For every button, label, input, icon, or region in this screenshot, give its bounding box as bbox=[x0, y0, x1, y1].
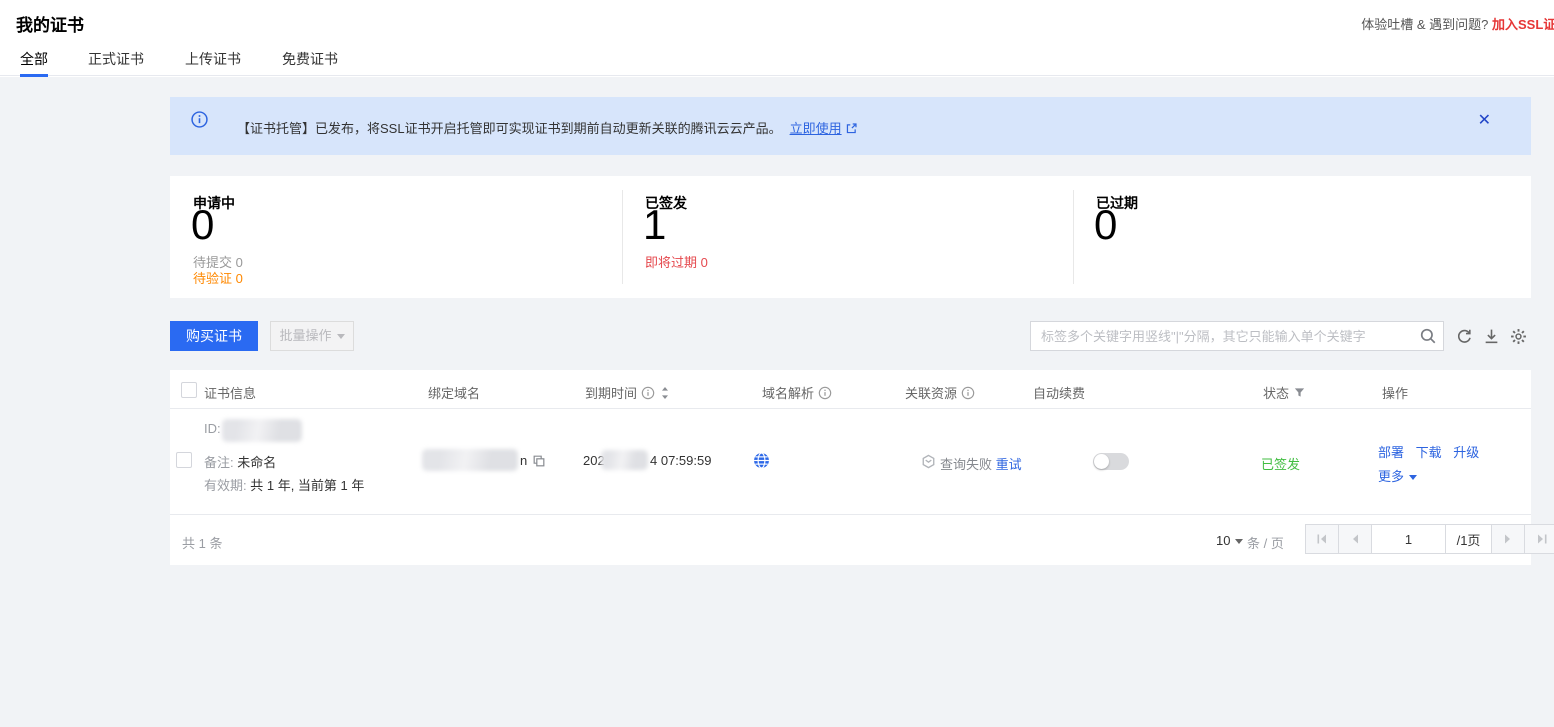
info-icon[interactable] bbox=[961, 386, 975, 400]
domain-tail: n bbox=[520, 453, 527, 468]
status-badge: 已签发 bbox=[1261, 454, 1300, 473]
page-total-label: /1页 bbox=[1446, 525, 1492, 553]
tab-free-cert[interactable]: 免费证书 bbox=[282, 49, 338, 75]
page-size-select[interactable]: 10 bbox=[1216, 533, 1243, 548]
expire-redacted bbox=[601, 450, 648, 470]
table-footer: 共 1 条 10 条 / 页 1 /1页 bbox=[170, 515, 1531, 565]
cert-validity: 有效期: 共 1 年, 当前第 1 年 bbox=[204, 475, 364, 494]
stat-pending: 申请中 0 待提交 0 待验证 0 bbox=[193, 176, 613, 298]
tab-bar: 全部 正式证书 上传证书 免费证书 bbox=[0, 46, 1554, 76]
search-input[interactable] bbox=[1031, 322, 1411, 350]
stat-value: 1 bbox=[643, 202, 666, 248]
auto-renew-toggle[interactable] bbox=[1093, 453, 1129, 470]
row-actions: 部署 下载 升级 bbox=[1378, 442, 1479, 461]
info-icon[interactable] bbox=[818, 386, 832, 400]
stat-sub-expiring[interactable]: 即将过期 0 bbox=[645, 252, 708, 271]
buy-cert-button[interactable]: 购买证书 bbox=[170, 321, 258, 351]
refresh-icon[interactable] bbox=[1456, 328, 1473, 345]
info-icon[interactable] bbox=[641, 386, 655, 400]
cert-note: 备注: 未命名 bbox=[204, 452, 276, 471]
settings-gear-icon[interactable] bbox=[1510, 328, 1527, 345]
sort-icon[interactable] bbox=[659, 386, 671, 400]
join-ssl-link[interactable]: 加入SSL证书交流群 bbox=[1492, 14, 1554, 33]
banner-message: 【证书托管】已发布，将SSL证书开启托管即可实现证书到期前自动更新关联的腾讯云云… bbox=[237, 118, 858, 138]
table-header: 证书信息 绑定域名 到期时间 域名解析 关联资源 自动续费 状态 操作 bbox=[170, 370, 1531, 409]
col-dns: 域名解析 bbox=[762, 383, 832, 402]
pagination: 1 /1页 bbox=[1305, 524, 1554, 554]
batch-action-button[interactable]: 批量操作 bbox=[270, 321, 354, 351]
retry-link[interactable]: 重试 bbox=[996, 457, 1022, 472]
expire-tail: 4 07:59:59 bbox=[650, 453, 711, 468]
resource-icon bbox=[921, 454, 936, 472]
more-menu[interactable]: 更多 bbox=[1378, 466, 1417, 485]
col-domain: 绑定域名 bbox=[428, 383, 480, 402]
col-cert-info: 证书信息 bbox=[204, 383, 256, 402]
stat-value: 0 bbox=[1094, 202, 1117, 248]
dns-globe-icon[interactable] bbox=[753, 452, 770, 472]
first-page-button[interactable] bbox=[1306, 525, 1339, 553]
domain-redacted bbox=[422, 449, 518, 471]
divider bbox=[622, 190, 623, 284]
stat-expired: 已过期 0 bbox=[1096, 176, 1496, 298]
chevron-down-icon bbox=[337, 334, 345, 339]
info-icon bbox=[191, 111, 208, 128]
per-page-label: 条 / 页 bbox=[1247, 533, 1284, 552]
col-resource: 关联资源 bbox=[905, 383, 975, 402]
deploy-link[interactable]: 部署 bbox=[1378, 445, 1404, 460]
stat-sub-toverify[interactable]: 待验证 0 bbox=[193, 268, 243, 287]
external-link-icon bbox=[845, 122, 858, 138]
notice-banner: 【证书托管】已发布，将SSL证书开启托管即可实现证书到期前自动更新关联的腾讯云云… bbox=[170, 97, 1531, 155]
last-page-button[interactable] bbox=[1525, 525, 1554, 553]
chevron-down-icon bbox=[1235, 539, 1243, 544]
toggle-knob bbox=[1094, 454, 1109, 469]
page-number-input[interactable]: 1 bbox=[1372, 525, 1446, 553]
col-expire: 到期时间 bbox=[585, 383, 671, 402]
stats-card: 申请中 0 待提交 0 待验证 0 已签发 1 即将过期 0 已过期 0 bbox=[170, 176, 1531, 298]
download-icon[interactable] bbox=[1483, 328, 1500, 345]
col-action: 操作 bbox=[1382, 383, 1408, 402]
stat-issued: 已签发 1 即将过期 0 bbox=[645, 176, 1045, 298]
resource-status: 查询失败 重试 bbox=[940, 454, 1022, 473]
chevron-down-icon bbox=[1409, 475, 1417, 480]
next-page-button[interactable] bbox=[1492, 525, 1525, 553]
tab-all[interactable]: 全部 bbox=[20, 49, 48, 75]
search-box bbox=[1030, 321, 1444, 351]
certificates-table: 证书信息 绑定域名 到期时间 域名解析 关联资源 自动续费 状态 操作 ID: … bbox=[170, 370, 1531, 565]
filter-funnel-icon[interactable] bbox=[1293, 386, 1306, 399]
download-link[interactable]: 下载 bbox=[1416, 445, 1442, 460]
total-count: 共 1 条 bbox=[182, 533, 222, 552]
feedback-bar: 体验吐槽 & 遇到问题? 加入SSL证书交流群 bbox=[1361, 14, 1554, 33]
feedback-text: 体验吐槽 & 遇到问题? bbox=[1361, 17, 1488, 32]
prev-page-button[interactable] bbox=[1339, 525, 1372, 553]
cert-id: ID: bbox=[204, 421, 221, 436]
col-auto-renew: 自动续费 bbox=[1033, 383, 1085, 402]
divider bbox=[1073, 190, 1074, 284]
tab-upload-cert[interactable]: 上传证书 bbox=[185, 49, 241, 75]
tab-formal-cert[interactable]: 正式证书 bbox=[88, 49, 144, 75]
upgrade-link[interactable]: 升级 bbox=[1453, 445, 1479, 460]
page-header: 我的证书 体验吐槽 & 遇到问题? 加入SSL证书交流群 bbox=[0, 0, 1554, 46]
use-now-link[interactable]: 立即使用 bbox=[790, 121, 842, 136]
cert-id-redacted bbox=[222, 419, 302, 442]
search-icon[interactable] bbox=[1419, 327, 1437, 345]
copy-icon[interactable] bbox=[532, 454, 546, 471]
stat-value: 0 bbox=[191, 202, 214, 248]
page-title: 我的证书 bbox=[16, 11, 84, 36]
table-row: ID: 备注: 未命名 有效期: 共 1 年, 当前第 1 年 n 202 4 … bbox=[170, 409, 1531, 515]
select-all-checkbox[interactable] bbox=[181, 382, 197, 398]
close-icon[interactable]: ✕ bbox=[1478, 113, 1491, 129]
col-status: 状态 bbox=[1263, 383, 1306, 402]
row-checkbox[interactable] bbox=[176, 452, 192, 468]
